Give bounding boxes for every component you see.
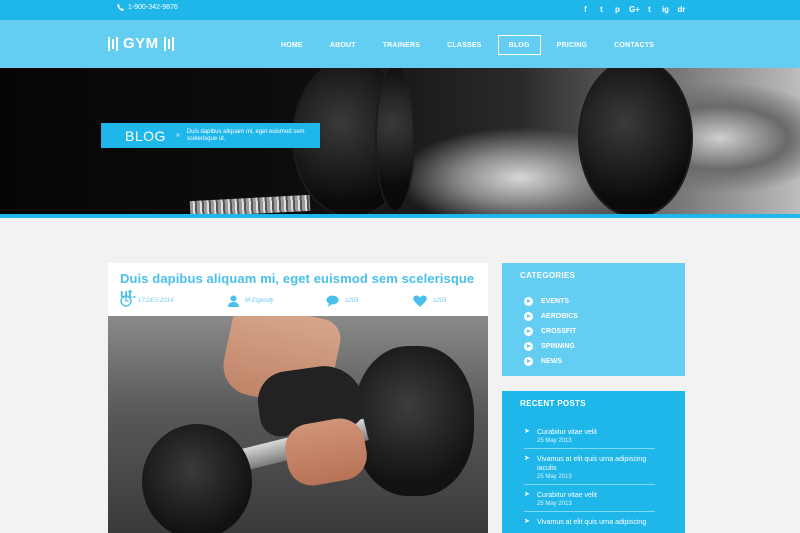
arrow-right-icon: ➤	[524, 491, 530, 498]
user-icon	[228, 295, 239, 307]
logo-bars-right-icon	[163, 36, 174, 51]
clock-icon	[120, 295, 132, 307]
recent-posts-widget: RECENT POSTS ➤ Curabitur vitae velit 25 …	[502, 391, 685, 533]
phone-contact[interactable]: 1-900-342-9876	[117, 4, 178, 11]
post-date: 17.DEV.2014	[120, 295, 173, 307]
category-label: AEROBICS	[541, 313, 578, 320]
arrow-circle-icon	[524, 357, 533, 366]
breadcrumb-separator: »	[175, 132, 180, 139]
category-item-spinning[interactable]: SPINNING	[524, 339, 685, 354]
google-plus-icon[interactable]: G+	[629, 4, 640, 15]
dumbbell-plate-image	[578, 68, 693, 218]
recent-post-title: Vivamus at elit quis urna adipiscing	[537, 519, 647, 526]
logo-text: GYM	[123, 35, 159, 52]
nav-item-contacts[interactable]: CONTACTS	[603, 35, 665, 55]
nav-item-trainers[interactable]: TRAINERS	[372, 35, 431, 55]
recent-post-item[interactable]: ➤ Vivamus at elit quis urna adipiscing i…	[524, 449, 655, 485]
twitter-icon[interactable]: t	[597, 4, 606, 15]
dumbbell-left-image	[142, 424, 252, 533]
post-meta: 17.DEV.2014 M-Elgendy 1205 1205	[108, 293, 488, 313]
arrow-circle-icon	[524, 312, 533, 321]
arrow-right-icon: ➤	[524, 428, 530, 435]
main-navbar: GYM HOME ABOUT TRAINERS CLASSES BLOG PRI…	[0, 20, 800, 68]
category-label: NEWS	[541, 358, 562, 365]
category-label: EVENTS	[541, 298, 570, 305]
comment-icon	[326, 295, 339, 307]
category-item-news[interactable]: NEWS	[524, 354, 685, 369]
nav-item-about[interactable]: ABOUT	[319, 35, 367, 55]
instagram-icon[interactable]: ig	[661, 4, 670, 15]
post-author-text: M-Elgendy	[245, 298, 274, 304]
heart-icon	[413, 295, 427, 307]
nav-item-home[interactable]: HOME	[270, 35, 314, 55]
tumblr-icon[interactable]: t	[645, 4, 654, 15]
recent-post-title: Vivamus at elit quis urna adipiscing iac…	[537, 456, 647, 472]
nav-item-pricing[interactable]: PRICING	[546, 35, 599, 55]
post-date-text: 17.DEV.2014	[138, 298, 174, 304]
category-item-crossfit[interactable]: CROSSFIT	[524, 324, 685, 339]
post-likes[interactable]: 1205	[413, 295, 446, 307]
recent-post-item[interactable]: ➤ Curabitur vitae velit 25 May 2013	[524, 422, 655, 449]
page-title: BLOG	[125, 127, 166, 144]
category-item-events[interactable]: EVENTS	[524, 294, 685, 309]
recent-post-title: Curabitur vitae velit	[537, 429, 597, 436]
facebook-icon[interactable]: f	[581, 4, 590, 15]
arrow-circle-icon	[524, 327, 533, 336]
hero-bottom-line	[0, 214, 800, 218]
post-comments-count: 1205	[345, 298, 359, 304]
recent-post-date: 25 May 2013	[537, 438, 572, 444]
nav-item-classes[interactable]: CLASSES	[436, 35, 492, 55]
post-likes-count: 1205	[433, 298, 447, 304]
nav-item-blog[interactable]: BLOG	[497, 35, 541, 55]
post-author[interactable]: M-Elgendy	[228, 295, 274, 307]
dribbble-icon[interactable]: dr	[677, 4, 686, 15]
blog-post: Duis dapibus aliquam mi, eget euismod se…	[108, 263, 488, 533]
dumbbell-plate-image	[375, 68, 415, 213]
recent-post-date: 25 May 2013	[537, 501, 572, 507]
recent-post-item[interactable]: ➤ Vivamus at elit quis urna adipiscing	[524, 512, 655, 531]
phone-number: 1-900-342-9876	[128, 4, 178, 11]
post-comments[interactable]: 1205	[326, 295, 358, 307]
categories-list: EVENTS AEROBICS CROSSFIT SPINNING NEWS	[524, 294, 685, 369]
category-item-aerobics[interactable]: AEROBICS	[524, 309, 685, 324]
phone-icon	[117, 4, 124, 11]
recent-post-title: Curabitur vitae velit	[537, 492, 597, 499]
page-title-banner: BLOG » Duis dapibus aliquam mi, eget eui…	[101, 123, 320, 148]
nav-menu: HOME ABOUT TRAINERS CLASSES BLOG PRICING…	[270, 35, 670, 55]
breadcrumb[interactable]: Duis dapibus aliquam mi, eget euismod se…	[187, 129, 307, 143]
categories-heading: CATEGORIES	[520, 271, 576, 280]
social-links: f t p G+ t ig dr	[581, 4, 686, 15]
recent-posts-heading: RECENT POSTS	[520, 399, 586, 408]
logo-bars-left-icon	[108, 36, 118, 51]
categories-widget: CATEGORIES EVENTS AEROBICS CROSSFIT SPIN…	[502, 263, 685, 376]
recent-posts-list: ➤ Curabitur vitae velit 25 May 2013 ➤ Vi…	[524, 422, 655, 531]
category-label: SPINNING	[541, 343, 575, 350]
arrow-right-icon: ➤	[524, 455, 530, 462]
arrow-right-icon: ➤	[524, 518, 530, 525]
pinterest-icon[interactable]: p	[613, 4, 622, 15]
post-image[interactable]	[108, 316, 488, 533]
arrow-circle-icon	[524, 297, 533, 306]
arrow-circle-icon	[524, 342, 533, 351]
dumbbell-right-image	[354, 346, 474, 496]
logo[interactable]: GYM	[108, 35, 174, 52]
recent-post-date: 25 May 2013	[537, 474, 572, 480]
category-label: CROSSFIT	[541, 328, 577, 335]
top-bar: 1-900-342-9876 f t p G+ t ig dr	[0, 0, 800, 20]
recent-post-item[interactable]: ➤ Curabitur vitae velit 25 May 2013	[524, 485, 655, 512]
